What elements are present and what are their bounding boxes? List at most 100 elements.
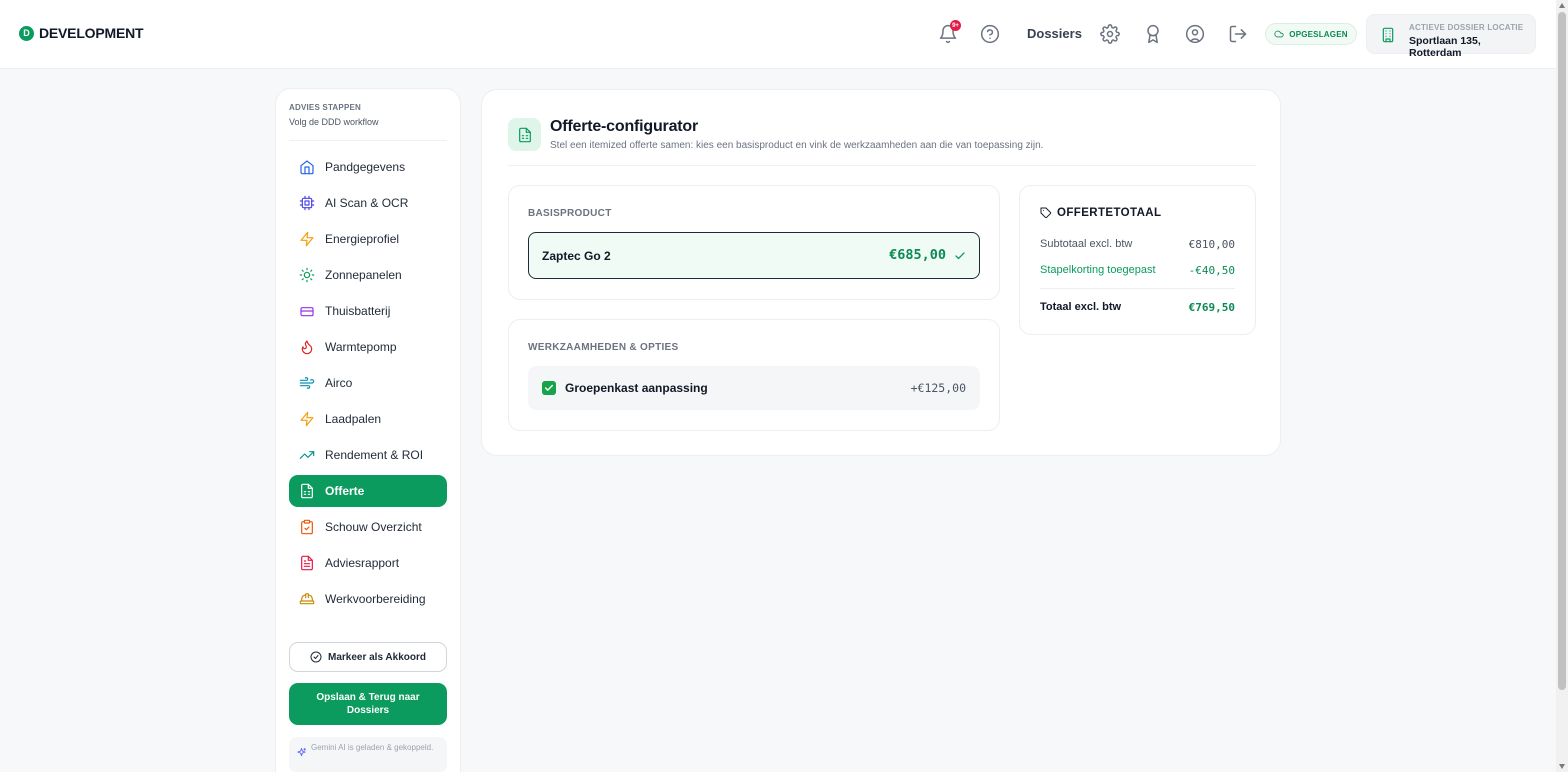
cloud-check-icon xyxy=(1274,30,1284,38)
scroll-down-arrow[interactable] xyxy=(1559,764,1565,769)
sidebar-item-label: Warmtepomp xyxy=(325,340,397,354)
sidebar-item-ai-scan[interactable]: AI Scan & OCR xyxy=(289,187,447,219)
base-product-option[interactable]: Zaptec Go 2 €685,00 xyxy=(528,232,980,279)
sidebar-item-offerte[interactable]: Offerte xyxy=(289,475,447,507)
nav-dossiers-link[interactable]: Dossiers xyxy=(1027,26,1082,41)
product-name: Zaptec Go 2 xyxy=(542,249,611,263)
sparkles-icon xyxy=(297,747,307,757)
sidebar-item-werkvoorbereiding[interactable]: Werkvoorbereiding xyxy=(289,583,447,615)
base-product-label: BASISPRODUCT xyxy=(528,208,612,219)
ai-status-note: Gemini AI is geladen & gekoppeld. xyxy=(289,737,447,772)
discount-row: Stapelkorting toegepast -€40,50 xyxy=(1040,264,1235,277)
award-icon xyxy=(1147,24,1159,44)
notification-badge: 9+ xyxy=(950,20,961,31)
sidebar-item-laadpalen[interactable]: Laadpalen xyxy=(289,403,447,435)
sidebar-item-zonnepanelen[interactable]: Zonnepanelen xyxy=(289,259,447,291)
total-row: Totaal excl. btw €769,50 xyxy=(1040,301,1235,314)
profile-button[interactable] xyxy=(1183,22,1207,46)
mark-approved-button[interactable]: Markeer als Akkoord xyxy=(289,642,447,672)
product-price: €685,00 xyxy=(889,247,946,263)
brand-logo[interactable]: D DEVELOPMENT xyxy=(19,25,144,41)
title-icon-box xyxy=(508,118,541,151)
offer-configurator-panel: Offerte-configurator Stel een itemized o… xyxy=(481,89,1281,456)
sidebar-subtitle: Volg de DDD workflow xyxy=(289,117,379,127)
trending-up-icon xyxy=(299,451,315,459)
sidebar-item-label: Energieprofiel xyxy=(325,232,400,246)
base-product-card: BASISPRODUCT Zaptec Go 2 €685,00 xyxy=(508,185,1000,300)
scrollbar-thumb[interactable] xyxy=(1558,12,1566,690)
scroll-up-arrow[interactable] xyxy=(1559,3,1565,8)
settings-button[interactable] xyxy=(1098,22,1122,46)
sidebar-item-warmtepomp[interactable]: Warmtepomp xyxy=(289,331,447,363)
cpu-icon xyxy=(299,195,315,211)
option-checkbox[interactable] xyxy=(542,381,556,395)
steps-list: Pandgegevens AI Scan & OCR Energieprofie… xyxy=(289,151,447,619)
subtotal-row: Subtotaal excl. btw €810,00 xyxy=(1040,238,1235,251)
sidebar-item-label: Zonnepanelen xyxy=(325,268,402,282)
save-and-return-button[interactable]: Opslaan & Terug naar Dossiers xyxy=(289,683,447,725)
sidebar-item-adviesrapport[interactable]: Adviesrapport xyxy=(289,547,447,579)
flame-icon xyxy=(301,340,313,355)
sidebar-item-label: Thuisbatterij xyxy=(325,304,391,318)
battery-icon xyxy=(300,307,314,317)
totals-divider xyxy=(1040,288,1235,289)
location-label: ACTIEVE DOSSIER LOCATIE xyxy=(1409,23,1524,32)
sidebar-item-energieprofiel[interactable]: Energieprofiel xyxy=(289,223,447,255)
brand-mark: D xyxy=(19,25,34,41)
user-circle-icon xyxy=(1185,24,1205,44)
option-price: +€125,00 xyxy=(910,381,966,395)
building-icon xyxy=(1382,27,1394,43)
discount-label: Stapelkorting toegepast xyxy=(1040,264,1156,276)
total-label: Totaal excl. btw xyxy=(1040,301,1122,313)
page-title: Offerte-configurator xyxy=(550,118,699,135)
sidebar-item-label: Werkvoorbereiding xyxy=(325,592,426,606)
home-icon xyxy=(300,160,314,175)
logout-icon xyxy=(1229,25,1247,43)
option-label: Groepenkast aanpassing xyxy=(565,381,708,395)
check-circle-icon xyxy=(310,651,322,663)
sun-icon xyxy=(299,267,315,283)
saved-status-badge: OPGESLAGEN xyxy=(1265,23,1357,45)
check-icon xyxy=(544,384,554,391)
options-label: WERKZAAMHEDEN & OPTIES xyxy=(528,342,679,353)
offer-total-card: OFFERTETOTAAL Subtotaal excl. btw €810,0… xyxy=(1019,185,1256,335)
options-card: WERKZAAMHEDEN & OPTIES Groepenkast aanpa… xyxy=(508,319,1000,431)
sidebar-item-label: Pandgegevens xyxy=(325,160,406,174)
page-subtitle: Stel een itemized offerte samen: kies ee… xyxy=(550,140,1044,151)
discount-value: -€40,50 xyxy=(1188,264,1235,277)
report-icon xyxy=(301,555,313,571)
sidebar-item-label: Offerte xyxy=(325,484,365,498)
sidebar-item-schouw[interactable]: Schouw Overzicht xyxy=(289,511,447,543)
sidebar-item-label: Schouw Overzicht xyxy=(325,520,422,534)
help-button[interactable] xyxy=(978,22,1002,46)
sidebar-item-rendement[interactable]: Rendement & ROI xyxy=(289,439,447,471)
page-scrollbar[interactable] xyxy=(1556,0,1568,772)
sidebar-item-label: Rendement & ROI xyxy=(325,448,424,462)
ai-status-text: Gemini AI is geladen & gekoppeld. xyxy=(311,743,434,752)
offer-total-title: OFFERTETOTAAL xyxy=(1057,207,1162,219)
total-value: €769,50 xyxy=(1188,301,1235,314)
location-value: Sportlaan 135, Rotterdam xyxy=(1409,35,1481,59)
logout-button[interactable] xyxy=(1226,22,1250,46)
sidebar-item-pandgegevens[interactable]: Pandgegevens xyxy=(289,151,447,183)
hardhat-icon xyxy=(299,593,315,605)
sidebar-header: ADVIES STAPPEN Volg de DDD workflow xyxy=(289,103,379,127)
sidebar-item-label: Adviesrapport xyxy=(325,556,400,570)
subtotal-label: Subtotaal excl. btw xyxy=(1040,238,1133,250)
mark-approved-label: Markeer als Akkoord xyxy=(327,651,426,663)
subtotal-value: €810,00 xyxy=(1188,238,1235,251)
main-divider xyxy=(508,165,1256,166)
wind-icon xyxy=(299,377,315,389)
document-icon xyxy=(518,127,531,142)
awards-button[interactable] xyxy=(1141,22,1165,46)
sidebar-item-airco[interactable]: Airco xyxy=(289,367,447,399)
option-row[interactable]: Groepenkast aanpassing +€125,00 xyxy=(528,366,980,410)
sidebar-item-label: Laadpalen xyxy=(325,412,382,426)
bolt-icon xyxy=(300,411,314,427)
brand-name: DEVELOPMENT xyxy=(39,25,144,41)
notifications-button[interactable]: 9+ xyxy=(936,20,961,46)
bolt-icon xyxy=(300,231,314,247)
active-location: ACTIEVE DOSSIER LOCATIE Sportlaan 135, R… xyxy=(1366,14,1536,59)
sidebar-item-thuisbatterij[interactable]: Thuisbatterij xyxy=(289,295,447,327)
tag-icon xyxy=(1040,207,1052,219)
